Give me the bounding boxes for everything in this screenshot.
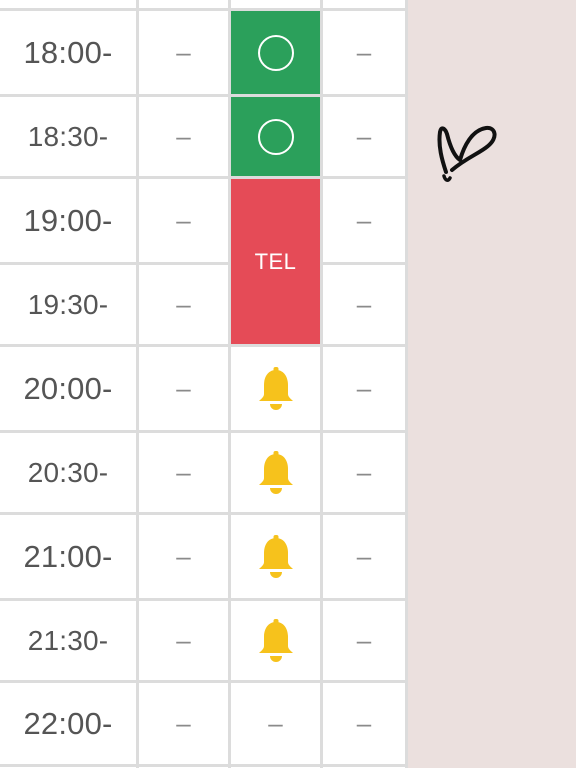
reservation-schedule-table: 18:00- – – 18:30- – – 19:00- – – 19:30- … [0,0,408,768]
time-label: 21:00- [23,538,113,574]
slot-unavailable: – [176,205,191,235]
time-label: 22:00- [23,705,113,741]
heart-doodle-icon [437,125,497,182]
slot-waitlist[interactable] [231,515,320,598]
time-label: 19:00- [23,202,113,238]
bell-icon [258,366,293,410]
bell-icon [258,450,293,494]
time-label: 20:30- [27,456,109,488]
bell-icon [258,618,293,662]
slot-unavailable: – [176,121,191,151]
circle-icon [257,34,294,71]
slot-unavailable: – [356,708,372,738]
column-divider [405,0,408,768]
time-label: 18:30- [27,120,109,152]
slot-unavailable: – [176,37,191,67]
circle-icon [257,118,294,155]
slot-unavailable: – [356,625,372,655]
slot-unavailable: – [176,373,191,403]
slot-waitlist[interactable] [231,433,320,512]
slot-unavailable: – [268,708,283,738]
time-label: 19:30- [27,288,109,320]
time-label: 18:00- [23,34,113,70]
slot-available[interactable] [231,97,320,176]
time-label: 20:00- [23,370,113,406]
slot-unavailable: – [356,37,372,67]
row-divider [0,764,408,767]
tel-label: TEL [254,248,297,274]
slot-unavailable: – [356,541,372,571]
slot-waitlist[interactable] [231,601,320,680]
slot-tel[interactable]: TEL [231,179,320,344]
slot-unavailable: – [176,541,191,571]
slot-unavailable: – [356,205,372,235]
time-label: 21:30- [27,624,109,656]
bell-icon [258,534,293,578]
slot-unavailable: – [176,625,191,655]
slot-unavailable: – [176,457,191,487]
slot-unavailable: – [176,708,191,738]
slot-unavailable: – [356,121,372,151]
slot-available[interactable] [231,11,320,94]
slot-unavailable: – [356,289,372,319]
slot-unavailable: – [176,289,191,319]
slot-unavailable: – [356,373,372,403]
slot-waitlist[interactable] [231,347,320,430]
slot-unavailable: – [356,457,372,487]
